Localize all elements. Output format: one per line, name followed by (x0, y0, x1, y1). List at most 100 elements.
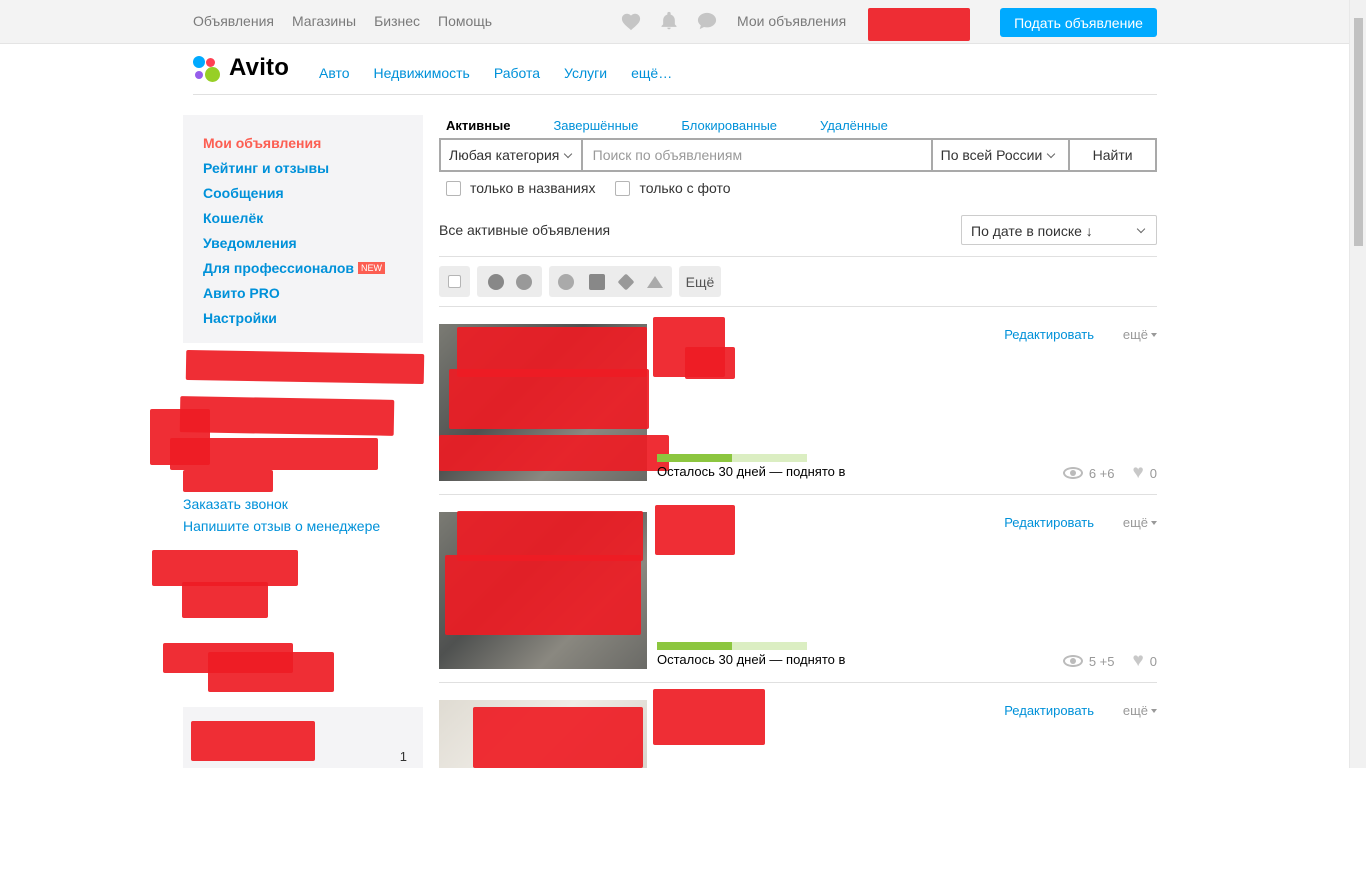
category-nav: Авто Недвижимость Работа Услуги ещё… (319, 65, 672, 81)
sort-select[interactable]: По дате в поиске ↓ (961, 215, 1157, 245)
top-bar: Объявления Магазины Бизнес Помощь Мои об… (0, 0, 1349, 44)
bell-icon[interactable] (658, 11, 680, 31)
nav-business[interactable]: Бизнес (374, 13, 420, 29)
redacted-block (473, 707, 643, 768)
category-realty[interactable]: Недвижимость (374, 65, 470, 81)
eye-icon (1062, 655, 1083, 667)
category-jobs[interactable]: Работа (494, 65, 540, 81)
bulk-toolbar: Ещё (439, 266, 721, 297)
only-titles-label: только в названиях (470, 180, 596, 196)
sidebar-item-avito-pro[interactable]: Авито PRO (203, 281, 403, 306)
nav-shops[interactable]: Магазины (292, 13, 356, 29)
search-input[interactable] (582, 140, 931, 170)
select-all-button[interactable] (439, 266, 470, 297)
review-manager-link[interactable]: Напишите отзыв о менеджере (183, 515, 380, 537)
redacted-block (185, 349, 425, 385)
page-scrollbar[interactable] (1349, 0, 1366, 768)
caret-down-icon (1151, 709, 1157, 713)
region-select-value: По всей России (940, 147, 1043, 163)
sidebar-menu: Мои объявления Рейтинг и отзывы Сообщени… (183, 115, 423, 343)
sidebar-item-my-ads[interactable]: Мои объявления (203, 131, 403, 156)
favorite-count: 0 (1149, 653, 1157, 669)
edit-link[interactable]: Редактировать (1004, 515, 1094, 530)
category-auto[interactable]: Авто (319, 65, 350, 81)
promote-buttons (477, 266, 542, 297)
lifetime-progress-fill (657, 454, 732, 462)
item-more-label: ещё (1122, 327, 1148, 342)
edit-link[interactable]: Редактировать (1004, 327, 1094, 342)
post-ad-button[interactable]: Подать объявление (1000, 8, 1157, 37)
alert-icon[interactable] (558, 273, 574, 290)
more-actions-button[interactable]: Ещё (679, 266, 721, 297)
heart-icon: ♥ (1132, 462, 1144, 483)
redacted-block (655, 505, 735, 555)
redacted-block (208, 652, 334, 692)
redacted-block (152, 550, 298, 586)
caret-down-icon (1151, 333, 1157, 337)
avito-logo[interactable]: Avito (193, 54, 289, 82)
item-more-menu[interactable]: ещё (1123, 515, 1157, 530)
region-select[interactable]: По всей России (932, 140, 1069, 170)
only-photo-checkbox[interactable] (615, 180, 631, 196)
caret-down-icon (1151, 521, 1157, 525)
plane-icon[interactable] (515, 273, 532, 290)
find-button[interactable]: Найти (1070, 140, 1155, 170)
redacted-block (445, 555, 641, 635)
sidebar-item-wallet[interactable]: Кошелёк (203, 206, 403, 231)
nav-ads[interactable]: Объявления (193, 13, 274, 29)
arrow-up-icon[interactable] (647, 275, 663, 288)
favorite-count: 0 (1149, 465, 1157, 481)
only-titles-option[interactable]: только в названиях (446, 180, 595, 196)
tab-blocked[interactable]: Блокированные (681, 118, 777, 133)
item-more-menu[interactable]: ещё (1123, 703, 1157, 718)
chevron-down-icon (1047, 149, 1056, 159)
only-photo-option[interactable]: только с фото (615, 180, 731, 196)
new-badge: NEW (358, 262, 385, 274)
sidebar-item-messages[interactable]: Сообщения (203, 181, 403, 206)
sort-select-value: По дате в поиске ↓ (971, 223, 1093, 239)
top-icons (620, 11, 718, 31)
eraser-icon[interactable] (617, 273, 635, 290)
search-row: Любая категория По всей России Найти (439, 138, 1157, 172)
category-select-value: Любая категория (449, 147, 560, 163)
sidebar-item-professionals[interactable]: Для профессионалов NEW (203, 256, 403, 281)
tab-active[interactable]: Активные (446, 118, 510, 133)
remaining-days: Осталось 30 дней — поднято в (657, 464, 846, 479)
sidebar-item-settings[interactable]: Настройки (203, 306, 403, 331)
order-call-link[interactable]: Заказать звонок (183, 493, 380, 515)
redacted-block (439, 435, 669, 471)
sidebar-item-notifications[interactable]: Уведомления (203, 231, 403, 256)
eye-icon (1062, 467, 1083, 479)
sidebar-bottom-box: 1 (183, 707, 423, 768)
my-ads-link[interactable]: Мои объявления (737, 13, 846, 29)
redacted-block (191, 721, 315, 761)
tab-deleted[interactable]: Удалённые (820, 118, 888, 133)
chevron-down-icon (1136, 224, 1146, 234)
item-stats: 5 +5 ♥ 0 (1062, 650, 1157, 672)
status-tabs: Активные Завершённые Блокированные Удалё… (446, 118, 931, 133)
category-select[interactable]: Любая категория (441, 140, 581, 170)
sidebar-item-rating[interactable]: Рейтинг и отзывы (203, 156, 403, 181)
item-more-menu[interactable]: ещё (1123, 327, 1157, 342)
vip-icon[interactable] (589, 273, 605, 290)
chat-icon[interactable] (696, 11, 718, 31)
view-count: 5 +5 (1088, 653, 1115, 669)
lifetime-progress-fill (657, 642, 732, 650)
logo-text: Avito (229, 54, 290, 81)
nav-help[interactable]: Помощь (438, 13, 492, 29)
redacted-block (653, 689, 765, 745)
action-buttons (549, 266, 672, 297)
rocket-icon[interactable] (487, 273, 504, 290)
sidebar-bottom-count: 1 (399, 749, 407, 764)
scroll-thumb[interactable] (1354, 18, 1363, 246)
divider (439, 256, 1157, 257)
redacted-block (170, 438, 378, 470)
heart-icon[interactable] (620, 11, 642, 31)
top-nav: Объявления Магазины Бизнес Помощь (193, 13, 492, 29)
edit-link[interactable]: Редактировать (1004, 703, 1094, 718)
category-more[interactable]: ещё… (631, 65, 672, 81)
only-titles-checkbox[interactable] (446, 180, 461, 196)
tab-finished[interactable]: Завершённые (553, 118, 638, 133)
select-all-checkbox[interactable] (448, 275, 461, 288)
category-services[interactable]: Услуги (564, 65, 607, 81)
